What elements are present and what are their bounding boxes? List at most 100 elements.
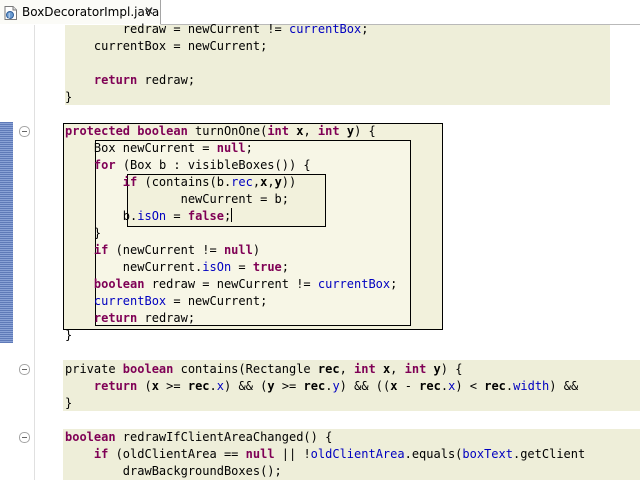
code-token: int — [354, 362, 376, 376]
code-token: ) && — [549, 379, 579, 393]
close-icon[interactable]: ✕ — [142, 4, 156, 18]
code-token: ( — [137, 379, 152, 393]
text-caret — [231, 208, 233, 222]
code-token: ; — [245, 141, 253, 155]
code-token: boolean — [122, 362, 174, 376]
code-token: if — [122, 175, 138, 189]
code-token: x — [216, 379, 225, 393]
code-token: isOn — [137, 209, 167, 223]
code-line[interactable]: boolean redraw = newCurrent != currentBo… — [65, 276, 397, 293]
code-token: b. — [65, 209, 138, 223]
code-line[interactable]: if (newCurrent != null) — [65, 242, 260, 259]
code-token: contains(Rectangle — [173, 362, 318, 376]
code-token: for — [93, 158, 116, 172]
code-token: boxText — [462, 447, 513, 461]
code-token: false — [187, 209, 224, 223]
code-token: } — [65, 396, 73, 410]
code-token: y — [274, 175, 282, 189]
code-line[interactable]: drawBackgroundBoxes(); — [65, 463, 282, 480]
code-token: >= — [158, 379, 188, 393]
code-line[interactable]: protected boolean turnOnOne(int x, int y… — [65, 123, 376, 140]
code-line[interactable]: if (oldClientArea == null || !oldClientA… — [65, 446, 585, 463]
code-token: ) < — [455, 379, 485, 393]
code-token: currentBox = newCurrent; — [65, 39, 268, 53]
code-token: return — [93, 379, 138, 393]
code-token: y — [346, 124, 355, 138]
code-token: y — [332, 379, 340, 393]
code-token: true — [252, 260, 282, 274]
code-token: redraw; — [137, 73, 196, 87]
code-line[interactable]: } — [65, 225, 101, 242]
code-token: (oldClientArea == — [108, 447, 246, 461]
fold-toggle-icon[interactable] — [19, 364, 30, 375]
code-line[interactable]: if (contains(b.rec,x,y)) — [65, 174, 296, 191]
code-token: int — [317, 124, 340, 138]
code-line[interactable]: newCurrent.isOn = true; — [65, 259, 289, 276]
code-token: , — [339, 362, 355, 376]
code-token: ) { — [354, 124, 376, 138]
quick-diff-ruler — [0, 25, 14, 480]
code-token: private — [65, 362, 123, 376]
code-token: int — [404, 362, 427, 376]
code-line[interactable]: for (Box b : visibleBoxes()) { — [65, 157, 311, 174]
code-token: rec — [231, 175, 253, 189]
code-line[interactable]: return redraw; — [65, 310, 195, 327]
code-token: rec — [484, 379, 506, 393]
code-token: (Box b : visibleBoxes()) { — [115, 158, 311, 172]
code-token: y — [267, 379, 275, 393]
code-editor[interactable]: redraw = newCurrent != currentBox; curre… — [34, 22, 640, 480]
code-token: >= — [274, 379, 304, 393]
code-token: newCurrent = b; — [65, 192, 289, 206]
code-line[interactable]: b.isOn = false; — [65, 208, 233, 225]
code-line[interactable]: newCurrent = b; — [65, 191, 289, 208]
code-token: = newCurrent; — [166, 294, 268, 308]
code-line[interactable]: } — [65, 395, 72, 412]
code-token: rec — [303, 379, 326, 393]
code-line[interactable]: private boolean contains(Rectangle rec, … — [65, 361, 462, 378]
code-token: } — [65, 226, 102, 240]
code-token: oldClientArea — [310, 447, 405, 461]
code-line[interactable]: return redraw; — [65, 72, 195, 89]
code-token: return — [93, 73, 138, 87]
code-line[interactable]: } — [65, 89, 72, 106]
fold-toggle-icon[interactable] — [19, 432, 30, 443]
code-token: - — [397, 379, 420, 393]
change-marker — [0, 122, 13, 343]
code-line[interactable]: currentBox = newCurrent; — [65, 38, 267, 55]
code-token: rec — [419, 379, 441, 393]
code-token: boolean — [93, 277, 145, 291]
code-line[interactable]: boolean redrawIfClientAreaChanged() { — [65, 429, 332, 446]
code-token: , — [267, 175, 275, 189]
code-token: redraw; — [137, 311, 196, 325]
code-line[interactable]: redraw = newCurrent != currentBox; — [65, 21, 369, 38]
fold-toggle-icon[interactable] — [19, 126, 30, 137]
code-token: , — [252, 175, 261, 189]
code-token: ) — [252, 243, 261, 257]
code-token: ) { — [440, 362, 463, 376]
code-token: ; — [281, 260, 290, 274]
code-line[interactable]: return (x >= rec.x) && (y >= rec.y) && (… — [65, 378, 578, 395]
code-token: if — [93, 447, 109, 461]
code-token: ) && ( — [224, 379, 268, 393]
code-token: currentBox — [93, 294, 167, 308]
code-token: = — [231, 260, 253, 274]
code-token: ; — [361, 22, 369, 36]
code-line[interactable]: currentBox = newCurrent; — [65, 293, 267, 310]
code-token: y — [433, 362, 441, 376]
code-token: turnOnOne( — [187, 124, 268, 138]
code-line[interactable]: } — [65, 327, 72, 344]
code-token: currentBox — [317, 277, 391, 291]
tab-title: BoxDecoratorImpl.java — [22, 5, 160, 19]
code-line[interactable]: Box newCurrent = null; — [65, 140, 253, 157]
code-token: } — [65, 90, 73, 104]
code-token: width — [513, 379, 550, 393]
